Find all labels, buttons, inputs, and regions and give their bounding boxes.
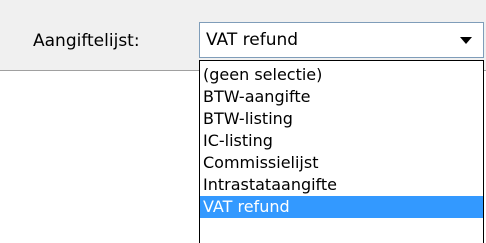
dropdown-option-btw-listing[interactable]: BTW-listing xyxy=(200,108,483,130)
select-current-value: VAT refund xyxy=(206,30,299,50)
dropdown-option-ic-listing[interactable]: IC-listing xyxy=(200,130,483,152)
dropdown-option-geen-selectie[interactable]: (geen selectie) xyxy=(200,64,483,86)
dropdown-option-commissielijst[interactable]: Commissielijst xyxy=(200,152,483,174)
dropdown-option-vat-refund[interactable]: VAT refund xyxy=(200,196,483,218)
dropdown-option-intrastataangifte[interactable]: Intrastataangifte xyxy=(200,174,483,196)
dropdown-option-btw-aangifte[interactable]: BTW-aangifte xyxy=(200,86,483,108)
aangiftelijst-select[interactable]: VAT refund xyxy=(199,22,484,58)
aangiftelijst-label: Aangiftelijst: xyxy=(33,31,140,51)
chevron-down-icon[interactable] xyxy=(460,37,472,44)
dropdown-list[interactable]: (geen selectie) BTW-aangifte BTW-listing… xyxy=(199,60,484,243)
